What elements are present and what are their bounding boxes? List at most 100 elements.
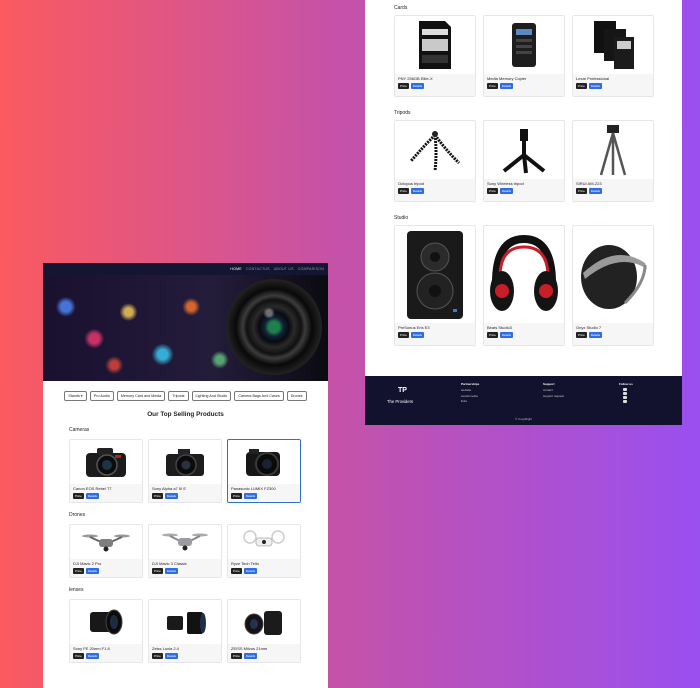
nav-contact[interactable]: CONTACTUS [246, 267, 270, 271]
sd-cards-image [573, 16, 653, 74]
price-button[interactable]: Price [576, 332, 587, 338]
product-card[interactable]: DJI Mavic 3 Classic Price Details [148, 524, 222, 578]
details-button[interactable]: Details [588, 188, 603, 194]
footer-link[interactable]: support request [543, 394, 564, 398]
product-card[interactable]: Panasonic LUMIX FZ300 Price Details [227, 439, 301, 503]
price-button[interactable]: Price [231, 493, 242, 499]
product-name: PNY 256GB Elite-X [398, 76, 433, 81]
linkedin-icon[interactable] [623, 400, 627, 403]
instagram-icon[interactable] [623, 396, 627, 399]
product-card[interactable]: Sony FE 20mm F1.8 Price Details [69, 599, 143, 663]
product-card[interactable]: DJI Mavic 2 Pro Price Details [69, 524, 143, 578]
headphones-image [484, 226, 564, 323]
facebook-icon[interactable] [623, 388, 627, 391]
price-button[interactable]: Price [231, 653, 242, 659]
details-button[interactable]: Details [588, 332, 603, 338]
price-button[interactable]: Price [73, 568, 84, 574]
flexible-tripod-image [395, 121, 475, 179]
product-name: Zeiss Loxia 2.4 [152, 646, 179, 651]
nav-home[interactable]: HOME [230, 267, 242, 271]
product-card[interactable]: Sony Alpha a7 III E Price Details [148, 439, 222, 503]
price-button[interactable]: Price [487, 332, 498, 338]
category-drones[interactable]: Drones [286, 391, 307, 401]
product-card[interactable]: ZEISS Milvus 21mm Price Details [227, 599, 301, 663]
details-button[interactable]: Details [85, 568, 100, 574]
details-button[interactable]: Details [410, 83, 425, 89]
footer-link[interactable]: website [461, 388, 479, 392]
product-card[interactable]: Sony Wireless tripod Price Details [483, 120, 565, 202]
product-name: Canon EOS Rebel T7 [73, 486, 112, 491]
price-button[interactable]: Price [152, 568, 163, 574]
product-card[interactable]: Onyx Studio 7 Price Details [572, 225, 654, 346]
product-name: DJI Mavic 3 Classic [152, 561, 187, 566]
details-button[interactable]: Details [499, 188, 514, 194]
category-camera-bags[interactable]: Camera Bags And Cases [234, 391, 284, 401]
details-button[interactable]: Details [164, 653, 179, 659]
price-button[interactable]: Price [487, 188, 498, 194]
product-card[interactable]: Beats Studio3 Price Details [483, 225, 565, 346]
lens-image [70, 600, 142, 644]
tripod-image [573, 121, 653, 179]
details-button[interactable]: Details [85, 493, 100, 499]
product-card[interactable]: Ryze Tech Tello Price Details [227, 524, 301, 578]
footer-link[interactable]: social media [461, 394, 479, 398]
category-stands[interactable]: Stands ▾ [64, 391, 87, 401]
details-button[interactable]: Details [588, 83, 603, 89]
price-button[interactable]: Price [398, 332, 409, 338]
footer-link[interactable]: contact [543, 388, 564, 392]
product-card[interactable]: PNY 256GB Elite-X Price Details [394, 15, 476, 97]
product-name: Panasonic LUMIX FZ300 [231, 486, 276, 491]
price-button[interactable]: Price [398, 188, 409, 194]
category-pro-audio[interactable]: Pro Audio [89, 391, 114, 401]
details-button[interactable]: Details [499, 83, 514, 89]
details-button[interactable]: Details [243, 493, 258, 499]
price-button[interactable]: Price [152, 653, 163, 659]
category-tripods[interactable]: Tripods [168, 391, 189, 401]
details-button[interactable]: Details [85, 653, 100, 659]
product-card[interactable]: Octopus tripod Price Details [394, 120, 476, 202]
product-card[interactable]: Zeiss Loxia 2.4 Price Details [148, 599, 222, 663]
details-button[interactable]: Details [410, 332, 425, 338]
category-lighting[interactable]: Lighting And Studio [191, 391, 232, 401]
product-card[interactable]: PreSonus Eris E3 Price Details [394, 225, 476, 346]
category-memory-card[interactable]: Memory Card and Media [116, 391, 166, 401]
section-title: Our Top Selling Products [147, 411, 224, 418]
details-button[interactable]: Details [410, 188, 425, 194]
home-page-screenshot: HOME CONTACTUS ABOUT US COMPARISON Stand… [43, 263, 328, 688]
product-name: Media Memory Copier [487, 76, 527, 81]
details-button[interactable]: Details [243, 568, 258, 574]
site-footer: TP The Providers Partnerships website so… [365, 376, 682, 425]
group-title-cameras: Cameras [69, 427, 90, 433]
nav-comparison[interactable]: COMPARISON [298, 267, 324, 271]
price-button[interactable]: Price [398, 83, 409, 89]
sd-card-image [395, 16, 475, 74]
product-name: Ryze Tech Tello [231, 561, 259, 566]
social-icons [623, 388, 633, 403]
product-card[interactable]: SIRUI AM-223 Price Details [572, 120, 654, 202]
details-button[interactable]: Details [164, 568, 179, 574]
group-title-studio: Studio [394, 215, 409, 221]
price-button[interactable]: Price [487, 83, 498, 89]
price-button[interactable]: Price [576, 188, 587, 194]
price-button[interactable]: Price [73, 653, 84, 659]
price-button[interactable]: Price [73, 493, 84, 499]
twitter-icon[interactable] [623, 392, 627, 395]
price-button[interactable]: Price [231, 568, 242, 574]
footer-support: Support contact support request [543, 382, 564, 398]
product-card[interactable]: Canon EOS Rebel T7 Price Details [69, 439, 143, 503]
product-card[interactable]: Lexar Professional Price Details [572, 15, 654, 97]
price-button[interactable]: Price [152, 493, 163, 499]
nav-about[interactable]: ABOUT US [274, 267, 294, 271]
caret-down-icon: ▾ [80, 394, 83, 398]
product-name: Lexar Professional [576, 76, 610, 81]
details-button[interactable]: Details [243, 653, 258, 659]
footer-logo: TP [398, 387, 407, 394]
details-button[interactable]: Details [164, 493, 179, 499]
details-button[interactable]: Details [499, 332, 514, 338]
price-button[interactable]: Price [576, 83, 587, 89]
footer-link[interactable]: links [461, 399, 479, 403]
product-name: Beats Studio3 [487, 325, 512, 330]
product-name: Octopus tripod [398, 181, 425, 186]
product-grid-tripods: Octopus tripod Price Details Sony Wireles… [394, 120, 682, 202]
product-card[interactable]: Media Memory Copier Price Details [483, 15, 565, 97]
